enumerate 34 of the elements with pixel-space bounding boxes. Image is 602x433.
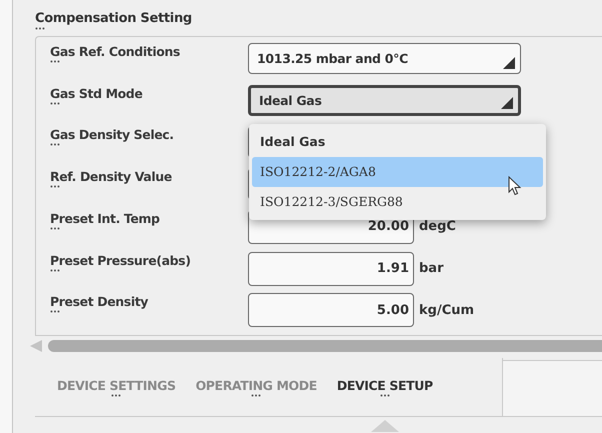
scroll-left-arrow-icon[interactable] [30,340,42,352]
dropdown-option[interactable]: ISO12212-2/AGA8 [252,156,543,187]
dots-icon [50,268,60,272]
corner-triangle-icon [501,96,513,109]
dots-icon [251,394,262,397]
field-label: Ref. Density Value [50,169,173,184]
unit-label: degC [419,219,456,234]
dots-icon [50,185,60,188]
field-label: Gas Std Mode [50,86,144,101]
dots-icon [50,226,60,230]
corner-triangle-icon [503,57,515,69]
number-field[interactable]: 1.91 [248,252,414,286]
dots-icon [380,394,390,397]
field-label: Preset Int. Temp [50,210,161,226]
dots-icon [50,102,60,105]
field-label: Gas Density Selec. [50,127,175,142]
number-field[interactable]: 5.00 [248,293,414,328]
scrollbar-thumb[interactable] [48,340,602,352]
dropdown[interactable]: Ideal Gas [248,84,521,116]
tab[interactable]: DEVICE SETUP [336,378,433,406]
cursor-icon [508,176,522,196]
field-label: Preset Pressure(abs) [50,252,192,268]
dots-icon [50,60,60,63]
unit-label: kg/Cum [419,302,474,318]
dropdown-option[interactable]: Ideal Gas [252,126,543,157]
dropdown[interactable]: 1013.25 mbar and 0°C [248,43,521,74]
section-title: Compensation Setting [35,11,193,26]
dots-icon [35,27,45,30]
field-label: Gas Ref. Conditions [50,44,181,59]
unit-label: bar [419,261,444,276]
dots-icon [50,143,60,146]
dots-icon [111,394,122,397]
dots-icon [50,310,60,314]
field-label: Preset Density [50,294,150,310]
